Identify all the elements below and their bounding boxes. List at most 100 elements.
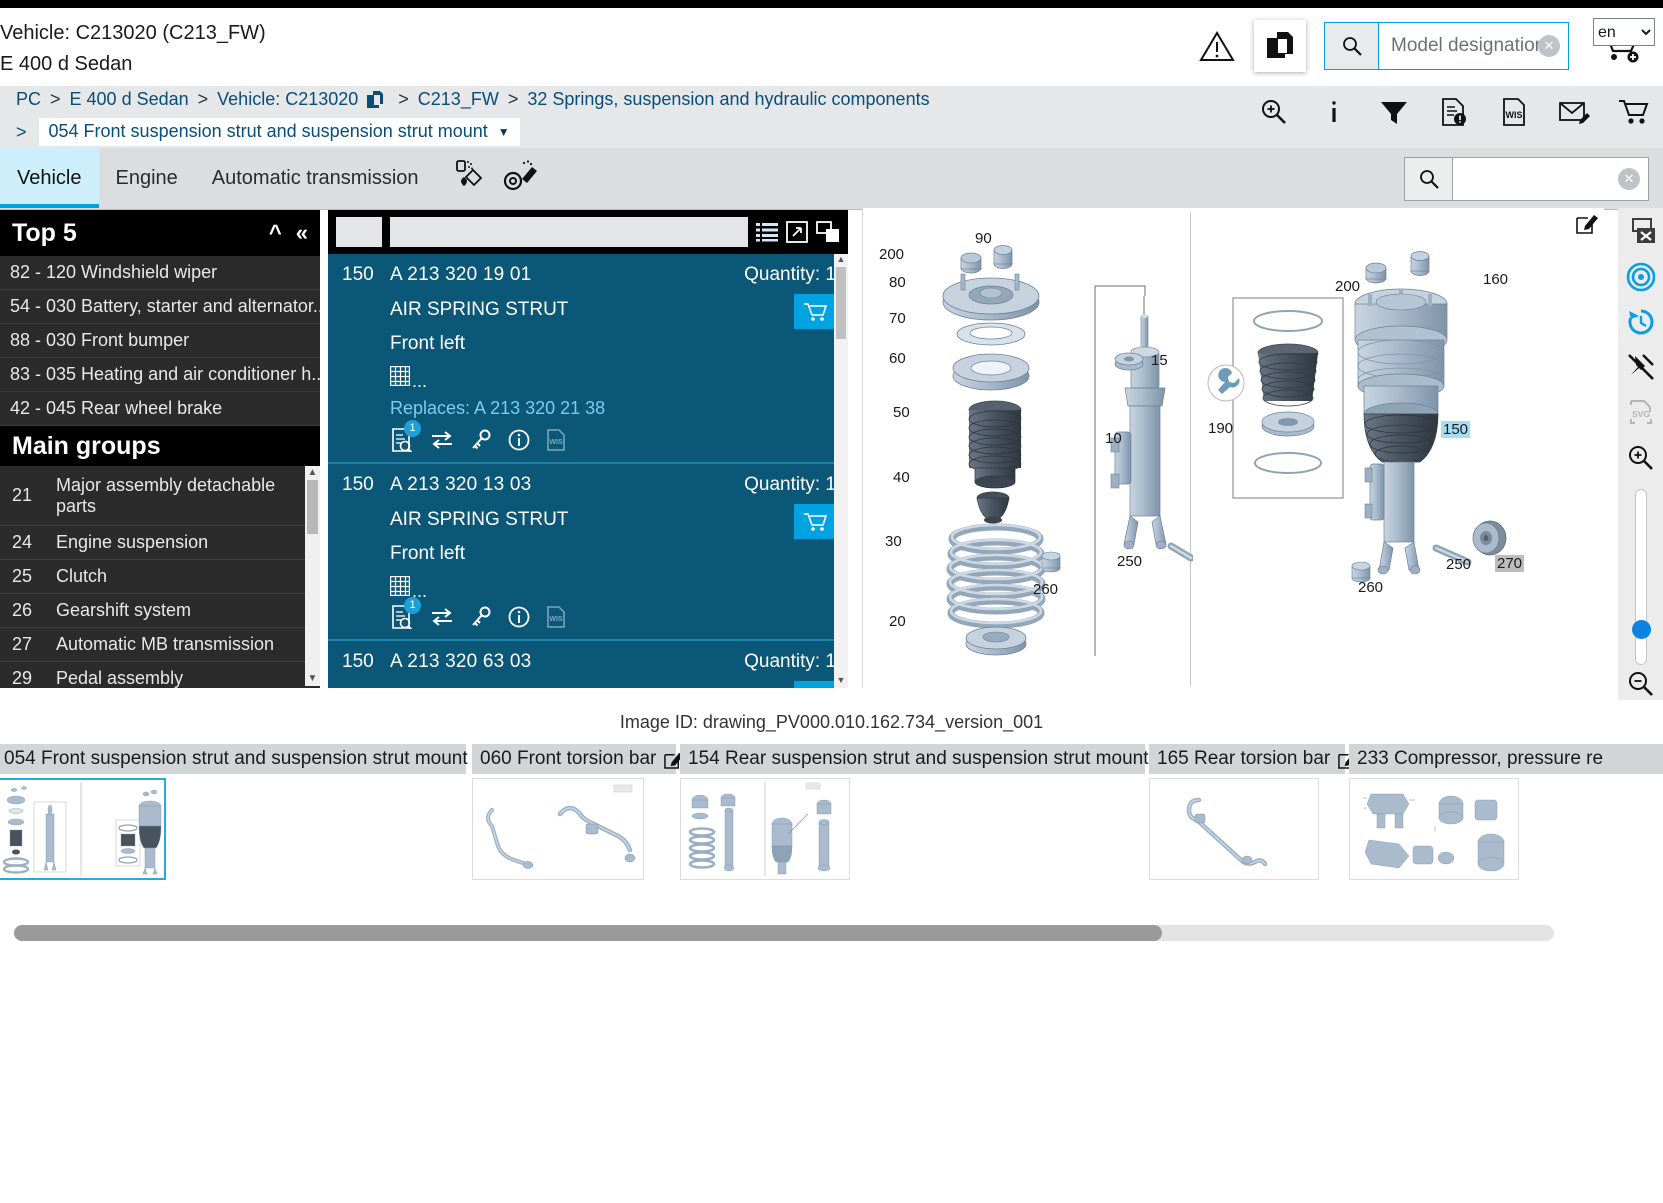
main-group-27[interactable]: 27 Automatic MB transmission xyxy=(0,628,320,662)
parts-filter-text-input[interactable] xyxy=(390,217,748,247)
svg-export-icon[interactable]: SVG xyxy=(1624,397,1658,428)
thumbnail-image[interactable] xyxy=(1349,778,1519,880)
part-details-icon[interactable]: 1 xyxy=(390,420,421,452)
breadcrumb-item-4[interactable]: 32 Springs, suspension and hydraulic com… xyxy=(527,89,929,110)
thumbnail-title[interactable]: 154 Rear suspension strut and suspension… xyxy=(680,744,1176,774)
thumbnail-title[interactable]: 165 Rear torsion bar xyxy=(1149,744,1358,774)
top5-item-0[interactable]: 82 - 120 Windshield wiper xyxy=(0,256,320,290)
top5-item-4[interactable]: 42 - 045 Rear wheel brake xyxy=(0,392,320,426)
thumbnail-card-060[interactable]: 060 Front torsion bar xyxy=(472,744,684,880)
zoom-slider-knob[interactable] xyxy=(1631,619,1651,639)
copy-breadcrumb-icon[interactable] xyxy=(365,90,385,110)
breadcrumb-item-3[interactable]: C213_FW xyxy=(418,89,499,110)
collapse-sidebar-icon[interactable]: « xyxy=(296,220,308,246)
wis-document-icon[interactable]: WIS xyxy=(1497,93,1531,131)
main-group-24[interactable]: 24 Engine suspension xyxy=(0,526,320,560)
unpin-icon[interactable] xyxy=(1624,352,1658,383)
main-groups-scrollbar[interactable]: ▲ ▼ xyxy=(305,466,320,686)
duplicate-window-icon[interactable] xyxy=(816,221,840,243)
add-part-to-cart-button[interactable] xyxy=(794,294,836,329)
global-search-box[interactable]: ✕ xyxy=(1404,157,1649,201)
part-info-icon[interactable] xyxy=(508,429,530,451)
collapse-chevron-up-icon[interactable]: ^ xyxy=(269,220,282,246)
global-search-clear-icon[interactable]: ✕ xyxy=(1618,168,1640,190)
parts-filter-pos-input[interactable] xyxy=(336,217,382,247)
info-icon[interactable] xyxy=(1317,93,1351,131)
thumbnail-image[interactable] xyxy=(0,778,166,880)
zoom-slider[interactable] xyxy=(1631,489,1651,666)
breadcrumb-item-1[interactable]: E 400 d Sedan xyxy=(70,89,189,110)
main-group-29[interactable]: 29 Pedal assembly xyxy=(0,662,320,688)
shopping-cart-icon[interactable] xyxy=(1617,93,1651,131)
main-group-25[interactable]: 25 Clutch xyxy=(0,560,320,594)
top5-item-3[interactable]: 83 - 035 Heating and air conditioner h..… xyxy=(0,358,320,392)
thumbnail-title[interactable]: 054 Front suspension strut and suspensio… xyxy=(0,744,495,774)
breadcrumb-item-2[interactable]: Vehicle: C213020 xyxy=(217,89,358,110)
thumbnail-card-054[interactable]: 054 Front suspension strut and suspensio… xyxy=(0,744,495,880)
part-wis-icon[interactable]: WIS xyxy=(546,606,566,628)
filter-icon[interactable] xyxy=(1377,93,1411,131)
scroll-up-arrow-icon[interactable]: ▲ xyxy=(834,254,848,267)
target-focus-icon[interactable] xyxy=(1624,261,1658,292)
part-info-icon[interactable] xyxy=(508,606,530,628)
thumbnail-card-165[interactable]: 165 Rear torsion bar xyxy=(1149,744,1358,880)
model-search-clear-icon[interactable]: ✕ xyxy=(1538,35,1560,57)
upholstery-icon[interactable] xyxy=(502,159,538,198)
scroll-down-arrow-icon[interactable]: ▼ xyxy=(834,675,848,688)
add-part-to-cart-button[interactable] xyxy=(794,504,836,539)
close-window-icon[interactable] xyxy=(1624,216,1658,247)
model-designation-search[interactable]: ✕ xyxy=(1324,22,1569,70)
copy-vehicle-button[interactable] xyxy=(1254,20,1306,72)
part-exchange-icon[interactable] xyxy=(430,607,454,627)
scrollbar-thumb[interactable] xyxy=(307,480,318,534)
top5-item-2[interactable]: 88 - 030 Front bumper xyxy=(0,324,320,358)
scrollbar-thumb[interactable] xyxy=(836,267,846,339)
scroll-down-arrow-icon[interactable]: ▼ xyxy=(305,672,320,686)
top5-item-1[interactable]: 54 - 030 Battery, starter and alternator… xyxy=(0,290,320,324)
zoom-slider-track[interactable] xyxy=(1634,489,1647,666)
scrollbar-thumb[interactable] xyxy=(14,925,1162,941)
drawing-viewer[interactable]: 90 200 80 70 60 50 40 30 20 10 15 250 26… xyxy=(862,208,1604,688)
tab-automatic-transmission[interactable]: Automatic transmission xyxy=(195,148,436,208)
parts-list-scrollbar[interactable]: ▲ ▼ xyxy=(834,254,848,688)
callout-150-right[interactable]: 150 xyxy=(1441,421,1471,438)
breadcrumb-item-0[interactable]: PC xyxy=(16,89,41,110)
thumbnail-image[interactable] xyxy=(680,778,850,880)
part-details-icon[interactable]: 1 xyxy=(390,597,421,629)
tab-vehicle[interactable]: Vehicle xyxy=(0,148,99,208)
thumbnail-card-154[interactable]: 154 Rear suspension strut and suspension… xyxy=(680,744,1176,880)
thumbnail-title[interactable]: 233 Compressor, pressure re xyxy=(1349,744,1663,774)
part-table-icon[interactable]: ... xyxy=(390,576,744,600)
paint-color-icon[interactable] xyxy=(450,159,484,198)
table-row[interactable]: 150 A 213 320 19 01 AIR SPRING STRUT Fro… xyxy=(328,254,848,464)
chevron-down-icon[interactable]: ▼ xyxy=(498,125,510,139)
part-exchange-icon[interactable] xyxy=(430,430,454,450)
scroll-up-arrow-icon[interactable]: ▲ xyxy=(305,466,320,480)
history-reset-icon[interactable] xyxy=(1624,306,1658,337)
table-row[interactable]: 150 A 213 320 63 03 AIR SPRING STRUT Qua… xyxy=(328,641,848,688)
part-key-icon[interactable] xyxy=(470,429,492,451)
table-row[interactable]: 150 A 213 320 13 03 AIR SPRING STRUT Fro… xyxy=(328,464,848,641)
thumbnail-title[interactable]: 060 Front torsion bar xyxy=(472,744,684,774)
part-wis-icon[interactable]: WIS xyxy=(546,429,566,451)
breadcrumb-current-group[interactable]: 054 Front suspension strut and suspensio… xyxy=(38,118,520,146)
model-search-icon[interactable] xyxy=(1325,23,1379,69)
thumbnail-image[interactable] xyxy=(1149,778,1319,880)
part-key-icon[interactable] xyxy=(470,606,492,628)
thumbnail-image[interactable] xyxy=(472,778,644,880)
add-part-to-cart-button[interactable] xyxy=(794,681,836,688)
tab-engine[interactable]: Engine xyxy=(99,148,195,208)
main-group-26[interactable]: 26 Gearshift system xyxy=(0,594,320,628)
part-replaces-link[interactable]: Replaces: A 213 320 21 38 xyxy=(390,398,744,419)
mail-edit-icon[interactable] xyxy=(1557,93,1591,131)
zoom-out-icon[interactable] xyxy=(1624,669,1658,700)
language-select[interactable]: en xyxy=(1593,18,1655,46)
global-search-icon[interactable] xyxy=(1405,158,1453,200)
zoom-in-icon[interactable] xyxy=(1624,442,1658,473)
thumbnail-card-233[interactable]: 233 Compressor, pressure re xyxy=(1349,744,1663,880)
warning-icon[interactable] xyxy=(1194,23,1240,69)
part-table-icon[interactable]: ... xyxy=(390,366,744,390)
expand-view-icon[interactable] xyxy=(786,221,808,243)
zoom-search-icon[interactable] xyxy=(1257,93,1291,131)
main-group-21[interactable]: 21 Major assembly detachable parts xyxy=(0,466,320,526)
